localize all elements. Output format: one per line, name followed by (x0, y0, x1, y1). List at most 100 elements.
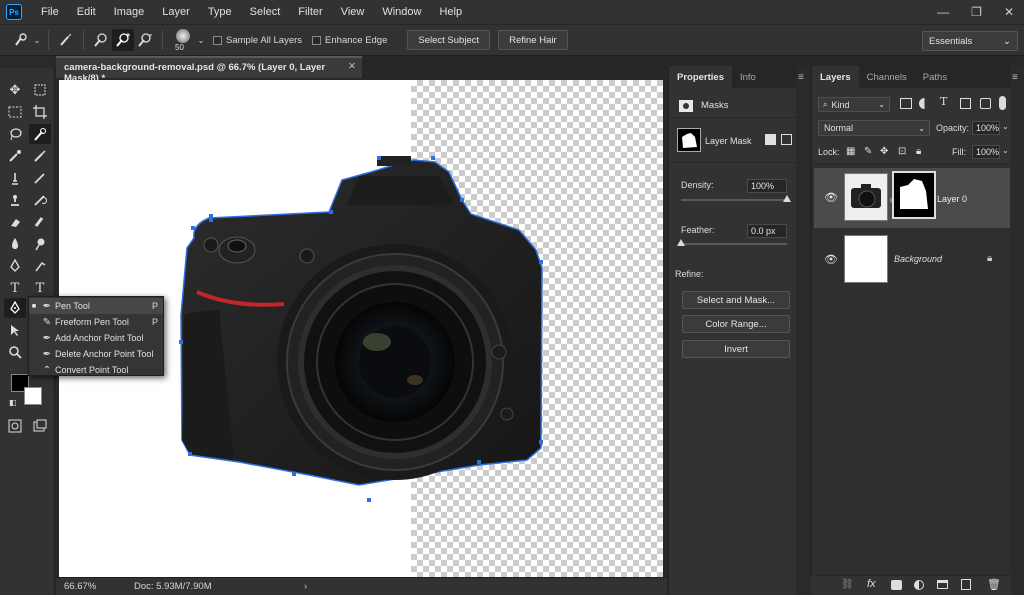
add-to-selection-icon[interactable] (112, 29, 134, 51)
photoshop-logo[interactable]: Ps (6, 4, 22, 20)
screen-mode-icon[interactable] (29, 416, 51, 436)
link-layers-icon[interactable]: ⛓︎ (841, 579, 854, 590)
panel-menu-icon[interactable]: ≡ (1012, 72, 1018, 83)
blend-mode-select[interactable]: Normal ⌄ (818, 120, 930, 136)
document-tab[interactable]: camera-background-removal.psd @ 66.7% (L… (56, 56, 362, 84)
select-subject-button[interactable]: Select Subject (407, 30, 491, 50)
tab-paths[interactable]: Paths (915, 66, 955, 88)
filter-toggle[interactable] (999, 96, 1006, 110)
filter-smart-object-icon[interactable] (980, 98, 991, 109)
fill-field[interactable]: 100% (972, 145, 1000, 159)
gradient-tool-icon[interactable] (29, 212, 51, 232)
flyout-item-pen-tool[interactable]: ■ ✒ Pen Tool P (29, 298, 163, 314)
layer-thumbnail[interactable] (844, 173, 888, 221)
menu-help[interactable]: Help (430, 0, 471, 24)
healing-brush-tool-icon[interactable] (4, 168, 26, 188)
menu-type[interactable]: Type (199, 0, 241, 24)
default-colors-icon[interactable]: ◧ (9, 398, 17, 407)
lock-transparent-pixels-icon[interactable]: ▦ (846, 146, 855, 157)
filter-pixel-icon[interactable] (900, 98, 912, 109)
filter-shape-icon[interactable] (960, 98, 971, 109)
clone-stamp-tool-icon[interactable] (4, 190, 26, 210)
checkbox-box[interactable] (312, 35, 322, 45)
layer-mask-thumbnail[interactable] (892, 171, 936, 219)
chevron-down-icon[interactable]: ⌄ (1002, 146, 1009, 155)
menu-filter[interactable]: Filter (289, 0, 331, 24)
density-slider-track[interactable] (681, 199, 787, 201)
invert-button[interactable]: Invert (682, 340, 790, 358)
horizontal-type-tool-icon[interactable]: T (29, 278, 51, 298)
refine-hair-button[interactable]: Refine Hair (498, 30, 568, 50)
opacity-field[interactable]: 100% (972, 121, 1000, 135)
add-mask-icon[interactable] (891, 580, 902, 590)
marquee-tool-icon[interactable] (4, 102, 26, 122)
freeform-pen-tool-icon[interactable] (29, 256, 51, 276)
lasso-tool-icon[interactable] (4, 124, 26, 144)
layer-row-background[interactable]: 👁︎ Background 🔒︎ (814, 230, 1010, 290)
layer-row-layer-0[interactable]: 👁︎ 🔗︎ Layer 0 (814, 168, 1010, 228)
brush-tool-icon[interactable] (29, 168, 51, 188)
sample-all-layers-checkbox[interactable]: Sample All Layers (213, 35, 302, 46)
layer-name[interactable]: Background (894, 254, 942, 264)
feather-field[interactable]: 0.0 px (747, 224, 787, 238)
zoom-tool-icon[interactable] (4, 342, 26, 362)
chevron-down-icon[interactable]: ⌄ (32, 29, 42, 51)
select-and-mask-button[interactable]: Select and Mask... (682, 291, 790, 309)
background-color-swatch[interactable] (24, 387, 42, 405)
feather-slider-knob[interactable] (677, 239, 685, 246)
panel-menu-icon[interactable]: ≡ (798, 72, 804, 83)
color-range-button[interactable]: Color Range... (682, 315, 790, 333)
panel-collapse-strip[interactable]: ≡ (796, 66, 810, 595)
visibility-eye-icon[interactable]: 👁︎ (824, 253, 838, 266)
minimize-icon[interactable]: — (937, 5, 949, 19)
restore-icon[interactable]: ❐ (971, 5, 982, 19)
brush-icon[interactable] (55, 29, 77, 51)
vector-mask-icon[interactable] (781, 134, 792, 145)
layer-mask-thumbnail[interactable] (677, 128, 701, 152)
eraser-tool-icon[interactable] (4, 212, 26, 232)
lock-image-pixels-icon[interactable]: ✎ (864, 146, 872, 157)
visibility-eye-icon[interactable]: 👁︎ (824, 191, 838, 204)
flyout-item-convert-point-tool[interactable]: ⌃ Convert Point Tool (29, 362, 163, 378)
pen-tool-icon[interactable] (4, 256, 26, 276)
history-brush-tool-icon[interactable] (29, 190, 51, 210)
tab-channels[interactable]: Channels (859, 66, 915, 88)
brush-size-picker[interactable]: 50 (171, 27, 195, 53)
layer-thumbnail[interactable] (844, 235, 888, 283)
layer-name[interactable]: Layer 0 (937, 194, 967, 204)
quick-selection-tool-icon[interactable] (29, 124, 51, 144)
type-tool-icon[interactable]: T (4, 278, 26, 298)
subtract-from-selection-icon[interactable] (134, 29, 156, 51)
status-menu-chevron-icon[interactable]: › (304, 581, 307, 592)
close-icon[interactable]: ✕ (1004, 5, 1014, 19)
feather-slider-track[interactable] (681, 243, 787, 245)
eyedropper-tool-icon[interactable] (4, 146, 26, 166)
enhance-edge-checkbox[interactable]: Enhance Edge (312, 35, 387, 46)
menu-image[interactable]: Image (105, 0, 154, 24)
quick-mask-icon[interactable] (4, 416, 26, 436)
path-selection-tool-icon[interactable] (4, 320, 26, 340)
flyout-item-add-anchor-point-tool[interactable]: ✒ Add Anchor Point Tool (29, 330, 163, 346)
zoom-level[interactable]: 66.67% (64, 581, 120, 592)
lock-all-icon[interactable]: 🔒︎ (916, 146, 921, 157)
flyout-item-delete-anchor-point-tool[interactable]: ✒ Delete Anchor Point Tool (29, 346, 163, 362)
blur-tool-icon[interactable] (4, 234, 26, 254)
quick-selection-tool-preset-icon[interactable] (10, 29, 32, 51)
tab-properties[interactable]: Properties (669, 66, 732, 88)
lock-artboard-icon[interactable]: ⊡ (898, 146, 906, 157)
new-selection-icon[interactable] (90, 29, 112, 51)
chevron-down-icon[interactable]: ⌄ (195, 29, 207, 51)
density-field[interactable]: 100% (747, 179, 787, 193)
dodge-tool-icon[interactable] (29, 234, 51, 254)
filter-adjustment-icon[interactable] (919, 98, 930, 109)
menu-layer[interactable]: Layer (153, 0, 199, 24)
tab-layers[interactable]: Layers (812, 66, 859, 88)
artboard-tool-icon[interactable] (29, 80, 51, 100)
menu-file[interactable]: File (32, 0, 68, 24)
checkbox-box[interactable] (213, 35, 222, 45)
workspace-switcher[interactable]: Essentials ⌄ (922, 31, 1018, 51)
crop-tool-icon[interactable] (29, 102, 51, 122)
pen-tool-active-icon[interactable] (4, 298, 26, 318)
density-slider-knob[interactable] (783, 195, 791, 202)
move-tool-icon[interactable]: ✥ (4, 80, 26, 100)
